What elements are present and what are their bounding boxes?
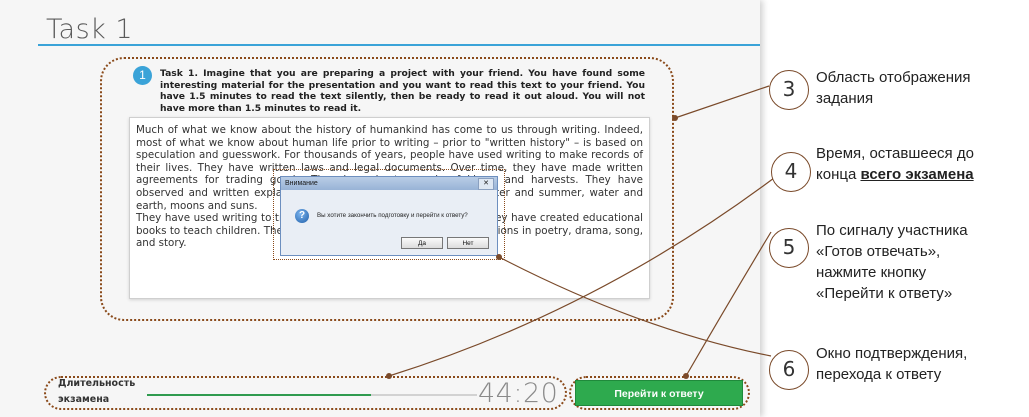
page-title: Task 1 xyxy=(46,14,134,45)
callout-3-line-1: Область отображения xyxy=(816,69,971,86)
callout-5-line-2: «Готов отвечать», xyxy=(816,243,941,260)
callout-4-line-1: Время, оставшееся до xyxy=(816,145,974,162)
title-divider xyxy=(38,44,760,46)
timer: 44:20 xyxy=(478,378,559,409)
callout-6-line-2: перехода к ответу xyxy=(816,366,942,383)
callout-5-line-4: «Перейти к ответу» xyxy=(816,285,953,302)
callout-6-number: 6 xyxy=(769,350,809,390)
callout-5-number: 5 xyxy=(769,228,809,268)
callout-4-prefix: конца xyxy=(816,166,861,183)
duration-label: Длительность экзамена xyxy=(58,376,135,408)
dialog-outline xyxy=(273,169,505,260)
callout-6-line-1: Окно подтверждения, xyxy=(816,345,968,362)
callout-3-number: 3 xyxy=(769,70,809,110)
callout-5-text: По сигналу участника «Готов отвечать», н… xyxy=(816,220,968,304)
task-instruction: Task 1. Imagine that you are preparing a… xyxy=(160,68,645,114)
callout-4-bold: всего экзамена xyxy=(860,166,974,183)
duration-label-line-1: Длительность xyxy=(58,378,136,389)
callout-5-line-1: По сигналу участника xyxy=(816,222,968,239)
exam-progress-bar xyxy=(147,394,477,396)
callout-5-line-3: нажмите кнопку xyxy=(816,264,927,281)
callout-4-number: 4 xyxy=(771,152,811,192)
callout-3-line-2: задания xyxy=(816,90,874,107)
callout-4-text: Время, оставшееся до конца всего экзамен… xyxy=(816,143,974,185)
go-to-answer-button[interactable]: Перейти к ответу xyxy=(575,380,743,406)
progress-fill xyxy=(147,394,372,396)
duration-label-line-2: экзамена xyxy=(58,394,110,405)
task-number-badge: 1 xyxy=(133,66,152,85)
callout-4-line-2: конца всего экзамена xyxy=(816,164,974,185)
callout-3-text: Область отображения задания xyxy=(816,67,971,109)
top-strip xyxy=(0,0,760,6)
callout-6-text: Окно подтверждения, перехода к ответу xyxy=(816,343,967,385)
